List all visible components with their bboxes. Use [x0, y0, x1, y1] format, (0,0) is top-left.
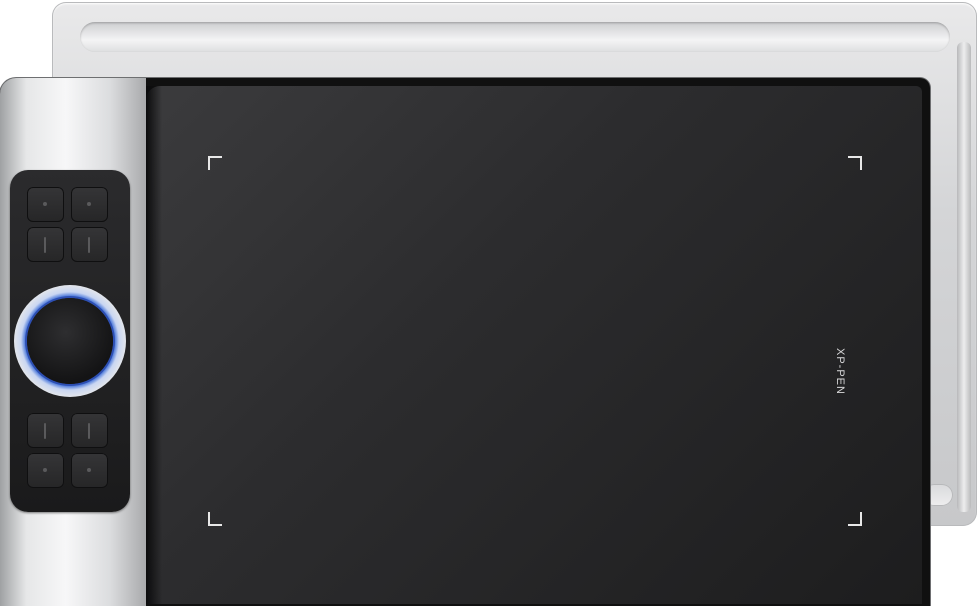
bar-icon: [44, 237, 46, 253]
active-area-corner-bottom-left: [208, 512, 222, 526]
dot-icon: [43, 202, 47, 206]
express-key-3[interactable]: [27, 227, 64, 262]
brand-logo: XP-PEN: [834, 348, 846, 395]
express-key-5[interactable]: [27, 413, 64, 448]
express-key-6[interactable]: [71, 413, 108, 448]
surface-bevel: [146, 86, 162, 604]
express-key-4[interactable]: [71, 227, 108, 262]
express-key-2[interactable]: [71, 187, 108, 222]
express-key-8[interactable]: [71, 453, 108, 488]
dot-icon: [43, 468, 47, 472]
active-area-corner-top-left: [208, 156, 222, 170]
bar-icon: [44, 423, 46, 439]
bar-icon: [88, 423, 90, 439]
express-key-7[interactable]: [27, 453, 64, 488]
pen-groove: [80, 22, 950, 52]
active-area-corner-top-right: [848, 156, 862, 170]
drawing-surface[interactable]: XP-PEN: [146, 86, 922, 604]
tablet-side-edge: [957, 42, 971, 512]
dial-center[interactable]: [27, 298, 113, 384]
express-key-panel: [10, 170, 130, 512]
bar-icon: [88, 237, 90, 253]
tablet-front-view: XP-PEN: [0, 78, 930, 606]
express-key-1[interactable]: [27, 187, 64, 222]
dot-icon: [87, 468, 91, 472]
dot-icon: [87, 202, 91, 206]
active-area-corner-bottom-right: [848, 512, 862, 526]
